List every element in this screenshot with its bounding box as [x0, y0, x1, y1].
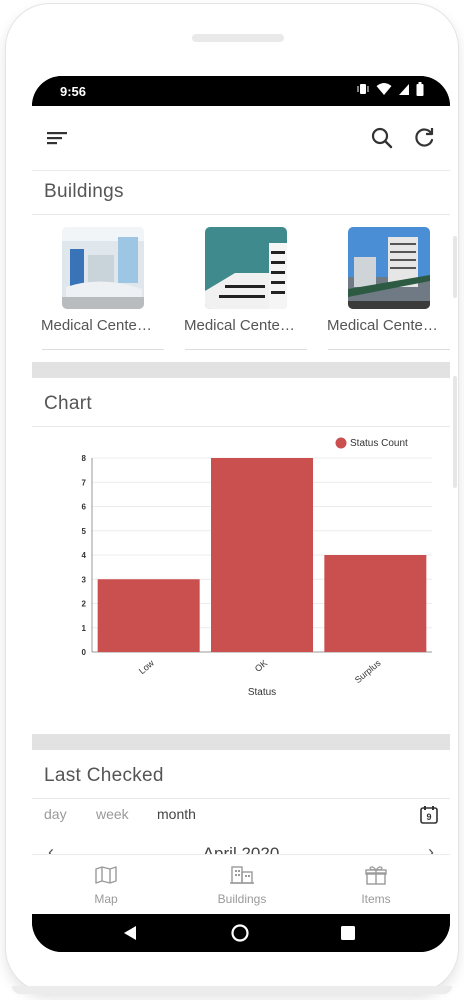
building-card[interactable]: Medical Cente…: [318, 227, 450, 351]
y-tick-label: 2: [82, 600, 87, 609]
building-card[interactable]: Medical Cente…: [175, 227, 307, 351]
y-tick-label: 5: [82, 527, 87, 536]
nav-buildings[interactable]: Buildings: [202, 865, 282, 906]
status-time: 9:56: [60, 84, 87, 99]
buildings-divider: [32, 214, 450, 215]
phone-bottom-edge: [12, 986, 452, 994]
y-tick-label: 0: [82, 648, 87, 657]
x-tick-label: Surplus: [353, 658, 383, 686]
tab-month[interactable]: month: [157, 806, 196, 822]
bar: [97, 579, 200, 652]
battery-icon: [416, 82, 424, 96]
buildings-title: Buildings: [44, 181, 124, 202]
search-icon: [371, 127, 393, 149]
volume-button: [453, 236, 457, 298]
next-month-arrow[interactable]: ›: [428, 842, 434, 854]
legend-swatch: [335, 437, 347, 449]
last-checked-title: Last Checked: [44, 765, 164, 786]
tab-week[interactable]: week: [96, 806, 129, 822]
vibrate-icon: [357, 84, 369, 94]
system-navigation-bar: [32, 914, 450, 952]
y-tick-label: 1: [82, 624, 87, 633]
calendar-button[interactable]: 9: [418, 804, 440, 826]
nav-label: Items: [361, 892, 391, 906]
x-tick-label: OK: [253, 658, 269, 674]
legend-label: Status Count: [350, 438, 408, 449]
chart-title: Chart: [44, 393, 92, 414]
wifi-icon: [376, 83, 392, 95]
bar: [324, 555, 427, 652]
y-tick-label: 3: [82, 575, 87, 584]
search-button[interactable]: [368, 124, 396, 152]
month-label: April 2020: [202, 844, 280, 854]
section-separator: [32, 734, 450, 750]
building-underline: [185, 349, 307, 350]
calendar-badge: 9: [426, 812, 432, 822]
building-card[interactable]: Medical Cente…: [32, 227, 164, 351]
last-checked-divider: [32, 798, 450, 799]
x-axis-label: Status: [248, 687, 276, 698]
phone-frame: 9:56 Buildings Medical Cente… Medical Ce…: [6, 4, 458, 992]
y-tick-label: 7: [82, 478, 87, 487]
chart-container: 0 1 2 3 4 5 6 7 8 Low OK Surplus Status Status Count: [32, 426, 450, 734]
y-tick-label: 4: [82, 551, 87, 560]
building-thumbnail: [348, 227, 430, 309]
back-icon[interactable]: [122, 925, 138, 941]
home-icon[interactable]: [231, 924, 249, 942]
app-content: Buildings Medical Cente… Medical Cente… …: [32, 106, 450, 914]
period-tabs: day week month 9: [32, 800, 450, 830]
top-app-bar: [32, 106, 450, 171]
refresh-button[interactable]: [410, 124, 438, 152]
menu-button[interactable]: [44, 124, 72, 152]
signal-icon: [399, 84, 409, 95]
power-button: [453, 376, 457, 488]
building-underline: [42, 349, 164, 350]
tab-day[interactable]: day: [44, 806, 67, 822]
buildings-icon: [230, 866, 254, 884]
y-tick-label: 6: [82, 503, 87, 512]
recents-icon[interactable]: [341, 926, 355, 940]
x-tick-label: Low: [137, 658, 156, 677]
phone-screen: 9:56 Buildings Medical Cente… Medical Ce…: [32, 76, 450, 952]
building-label: Medical Cente…: [41, 317, 152, 334]
nav-label: Map: [94, 892, 118, 906]
bar: [211, 458, 313, 652]
phone-speaker: [192, 34, 284, 42]
gift-box-icon: [365, 866, 387, 885]
building-label: Medical Cente…: [184, 317, 295, 334]
building-label: Medical Cente…: [327, 317, 438, 334]
refresh-icon: [415, 128, 434, 147]
bottom-navigation: Map Buildings Items: [32, 854, 450, 914]
building-underline: [328, 349, 450, 350]
nav-label: Buildings: [217, 892, 267, 906]
status-bar-chart: 0 1 2 3 4 5 6 7 8 Low OK Surplus Status Status Count: [82, 437, 432, 698]
building-thumbnail: [205, 227, 287, 309]
month-navigator: ‹ April 2020 ›: [32, 838, 450, 854]
sort-menu-icon: [47, 132, 67, 145]
map-icon: [95, 866, 117, 884]
y-tick-label: 8: [82, 454, 87, 463]
building-thumbnail: [62, 227, 144, 309]
nav-map[interactable]: Map: [66, 865, 146, 906]
section-separator: [32, 362, 450, 378]
status-icons: [356, 82, 424, 96]
nav-items[interactable]: Items: [336, 865, 416, 906]
status-bar: 9:56: [32, 76, 450, 106]
